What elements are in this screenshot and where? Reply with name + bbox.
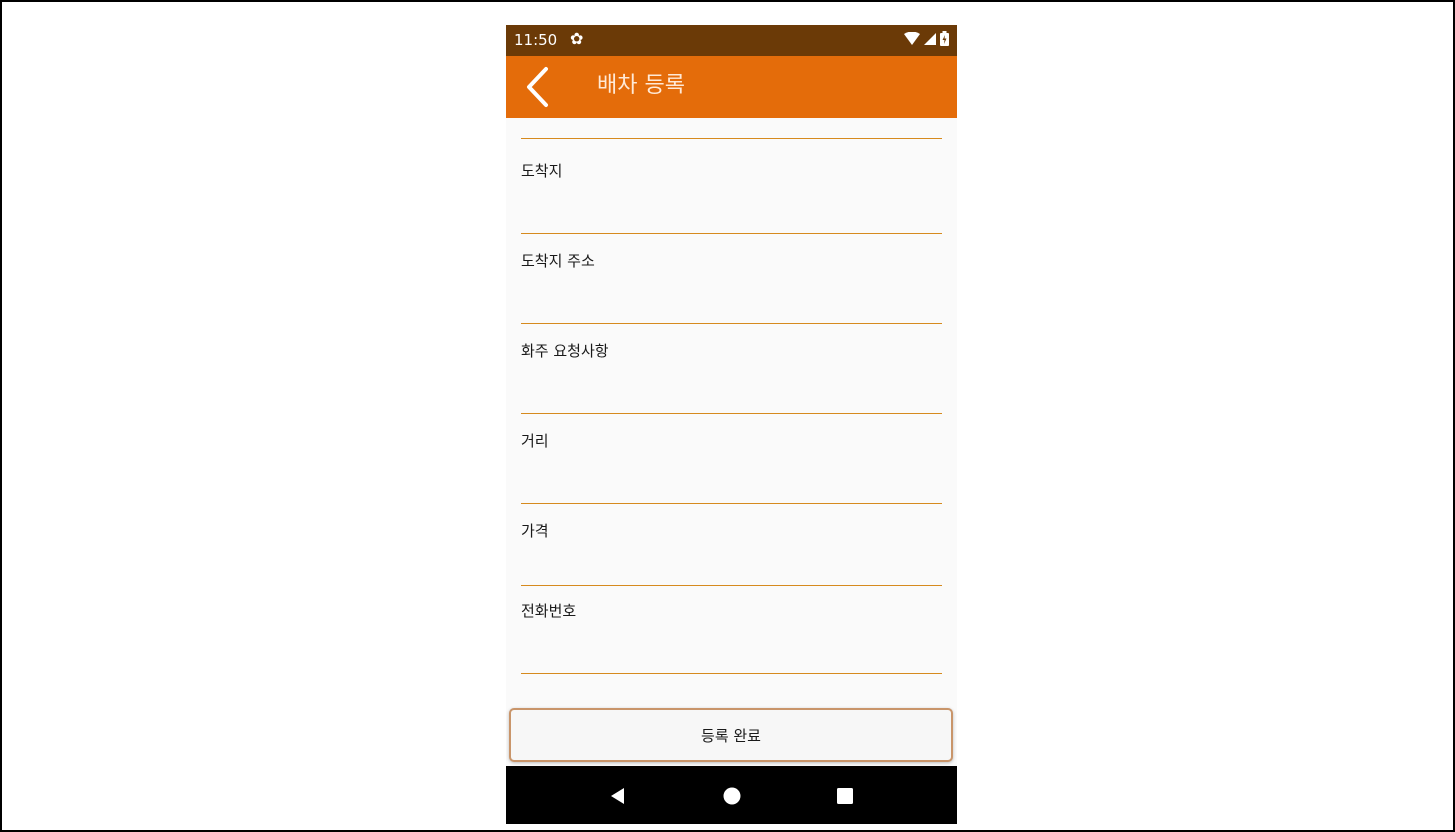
submit-button[interactable]: 등록 완료 [509,708,953,762]
origin-address-input[interactable] [521,110,942,139]
destination-address-input[interactable] [521,295,942,324]
status-bar: 11:50 ✿ [506,25,957,56]
status-time: 11:50 [514,31,558,49]
form-field-destination-address: 도착지 주소 [521,251,942,331]
form-field-distance: 거리 [521,431,942,511]
square-recents-icon[interactable] [833,784,857,808]
circle-home-icon[interactable] [720,784,744,808]
form-field-destination: 도착지 [521,161,942,241]
signal-icon [924,32,936,45]
battery-charging-icon [940,31,949,46]
destination-address-label: 도착지 주소 [521,252,595,270]
distance-input[interactable] [521,475,942,504]
status-icons [904,31,949,46]
price-input[interactable] [521,557,942,586]
gear-icon: ✿ [570,29,584,48]
screenshot-frame: 11:50 ✿ 배차 등록 도착지 도착지 주소 화주 요청사항 거리 가격 전… [0,0,1455,832]
phone-screen: 11:50 ✿ 배차 등록 도착지 도착지 주소 화주 요청사항 거리 가격 전… [506,25,957,824]
phone-label: 전화번호 [521,602,577,620]
distance-label: 거리 [521,432,549,450]
destination-input[interactable] [521,205,942,234]
destination-label: 도착지 [521,162,563,180]
form-field-phone: 전화번호 [521,601,942,681]
phone-input[interactable] [521,645,942,674]
form-field-price: 가격 [521,521,942,593]
form-field-origin-address [521,58,942,150]
system-nav-bar [506,766,957,824]
shipper-request-input[interactable] [521,385,942,414]
shipper-request-label: 화주 요청사항 [521,342,609,360]
dispatch-form: 도착지 도착지 주소 화주 요청사항 거리 가격 전화번호 [506,110,957,708]
wifi-icon [904,31,920,45]
triangle-back-icon[interactable] [606,784,630,808]
price-label: 가격 [521,522,549,540]
form-field-shipper-request: 화주 요청사항 [521,341,942,421]
